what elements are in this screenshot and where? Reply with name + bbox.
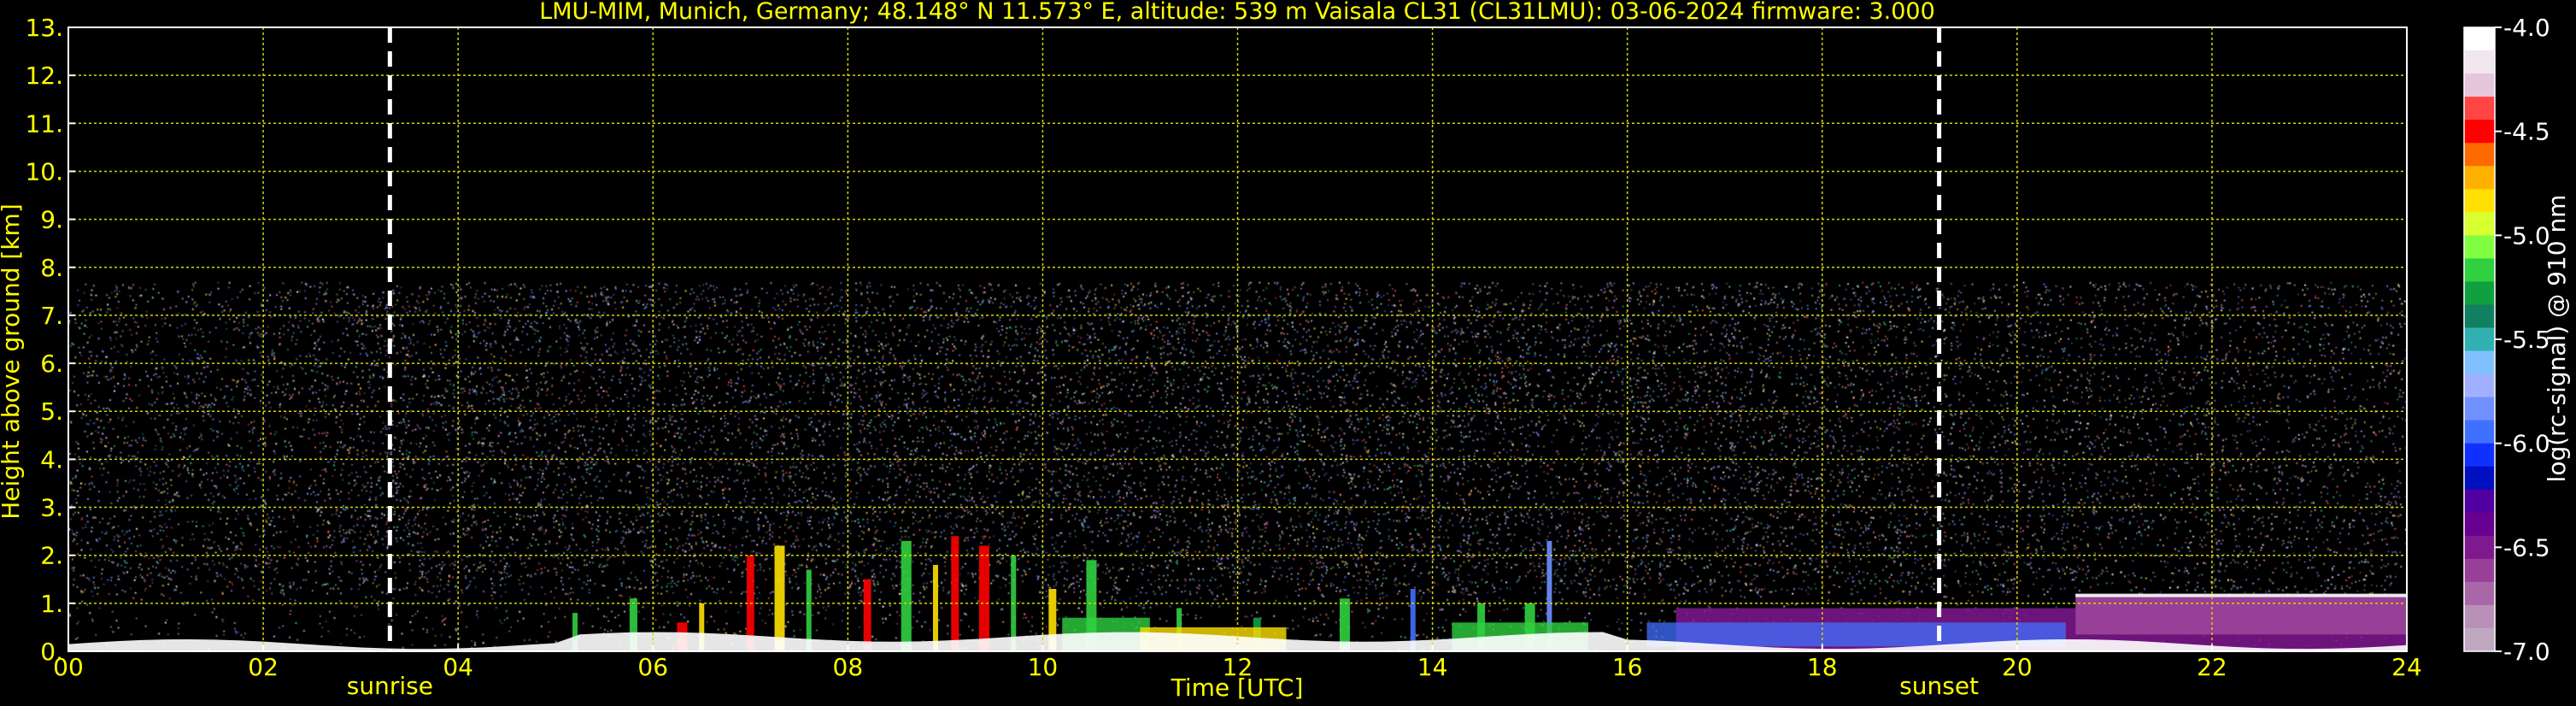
chart-title: LMU-MIM, Munich, Germany; 48.148° N 11.5…	[539, 0, 1935, 25]
colorbar-segment	[2464, 120, 2495, 144]
y-tick-label: 0.	[40, 638, 63, 666]
colorbar-segment	[2464, 166, 2495, 190]
colorbar-segment	[2464, 189, 2495, 213]
colorbar-segment	[2464, 281, 2495, 305]
colorbar-segment	[2464, 27, 2495, 51]
colorbar-segment	[2464, 74, 2495, 97]
colorbar-segment	[2464, 97, 2495, 121]
x-axis-label: Time [UTC]	[1171, 674, 1304, 702]
colorbar-segment	[2464, 466, 2495, 491]
colorbar-segment	[2464, 604, 2495, 629]
sunrise-label: sunrise	[347, 672, 433, 700]
x-tick-label: 14	[1417, 653, 1448, 681]
colorbar-segment	[2464, 581, 2495, 606]
y-tick-label: 13.	[25, 14, 63, 42]
colorbar-segment	[2464, 374, 2495, 398]
colorbar-tick-label: -6.5	[2503, 533, 2550, 562]
x-tick-label: 04	[443, 653, 473, 681]
ceilometer-chart: sunrise sunset 00 02 04 06 08 10 12 14 16 18 20 22 24…	[0, 0, 2576, 706]
colorbar-segment	[2464, 143, 2495, 167]
colorbar-tick-label: -4.5	[2503, 118, 2550, 146]
colorbar-segment	[2464, 512, 2495, 537]
colorbar-segment	[2464, 558, 2495, 583]
colorbar-segment	[2464, 258, 2495, 282]
colorbar-segment	[2464, 304, 2495, 328]
x-tick-label: 20	[2002, 653, 2033, 681]
y-tick-label: 6.	[40, 350, 63, 378]
x-tick-label: 16	[1612, 653, 1643, 681]
x-tick-label: 22	[2197, 653, 2227, 681]
convective-plume	[932, 564, 938, 651]
convective-plume	[951, 536, 959, 651]
colorbar-segment	[2464, 327, 2495, 352]
y-axis-label: Height above ground [km]	[0, 203, 25, 520]
convective-plume	[774, 545, 785, 651]
x-tick-label: 18	[1807, 653, 1838, 681]
residual-layer-top	[2075, 593, 2407, 597]
y-tick-label: 12.	[25, 62, 63, 90]
colorbar-segment	[2464, 489, 2495, 514]
y-tick-label: 5.	[40, 397, 63, 426]
convective-plume	[978, 545, 989, 651]
y-tick-label: 7.	[40, 302, 63, 330]
y-tick-label: 11.	[25, 109, 63, 138]
colorbar-segment	[2464, 535, 2495, 560]
convective-plume	[863, 579, 871, 651]
colorbar-segment	[2464, 443, 2495, 468]
x-tick-label: 24	[2391, 653, 2422, 681]
y-tick-label: 3.	[40, 494, 63, 522]
y-tick-label: 9.	[40, 206, 63, 234]
residual-layer-core	[2075, 596, 2407, 635]
y-tick-label: 8.	[40, 254, 63, 282]
colorbar-label: log(rc-signal) @ 910 nm	[2543, 195, 2571, 483]
y-tick-label: 4.	[40, 445, 63, 474]
x-tick-label: 06	[637, 653, 668, 681]
y-tick-label: 1.	[40, 590, 63, 618]
x-tick-label: 10	[1028, 653, 1059, 681]
colorbar-segment	[2464, 212, 2495, 236]
colorbar-tick-label: -4.0	[2503, 14, 2550, 42]
sunset-label: sunset	[1899, 672, 1979, 700]
x-tick-label: 02	[248, 653, 279, 681]
colorbar-segment	[2464, 397, 2495, 421]
x-tick-label: 08	[833, 653, 864, 681]
colorbar-segment	[2464, 627, 2495, 652]
y-tick-label: 2.	[40, 542, 63, 570]
colorbar-tick-label: -7.0	[2503, 638, 2550, 666]
convective-plume	[901, 540, 912, 651]
colorbar-segment	[2464, 50, 2495, 74]
y-tick-label: 10.	[25, 157, 63, 185]
colorbar-segment	[2464, 235, 2495, 259]
colorbar-segment	[2464, 420, 2495, 444]
colorbar-segment	[2464, 350, 2495, 375]
